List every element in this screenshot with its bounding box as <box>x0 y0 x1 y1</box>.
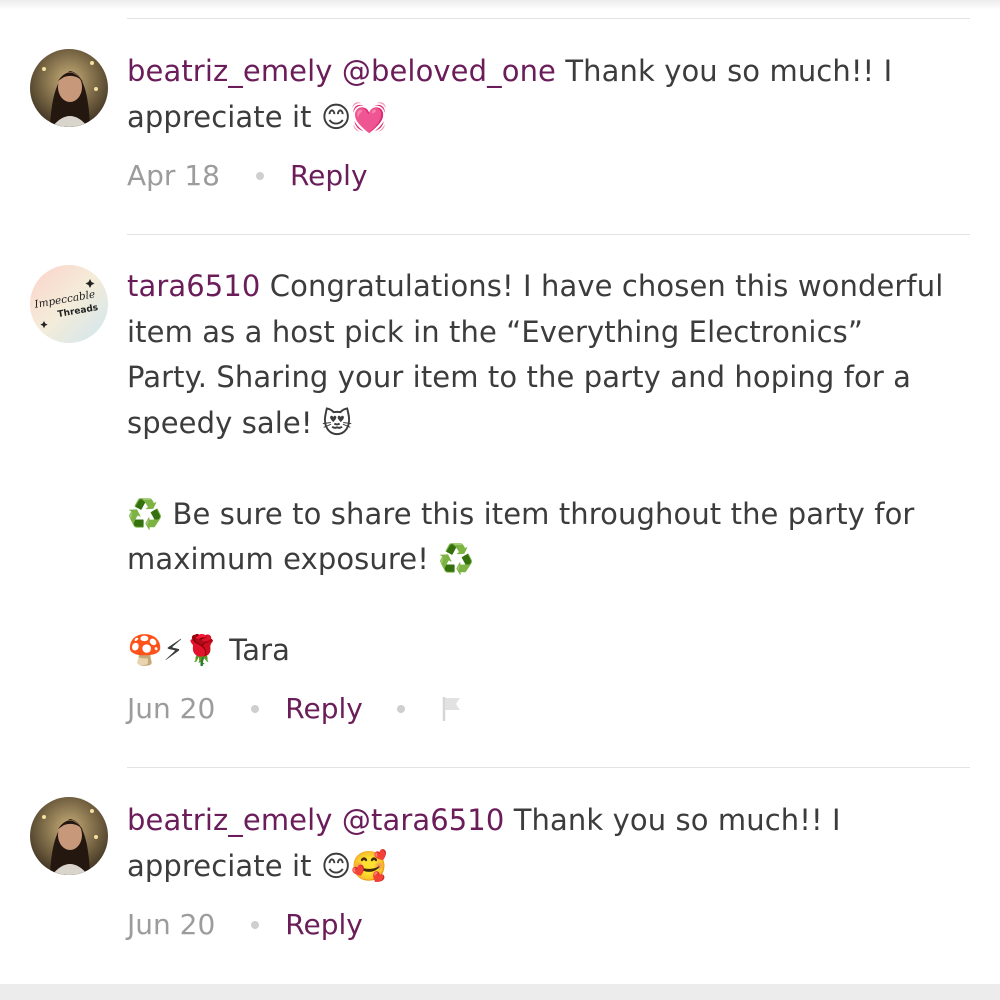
divider <box>127 767 970 768</box>
comment-line: appreciate it <box>127 848 321 883</box>
username-link[interactable]: beatriz_emely <box>127 54 333 88</box>
separator-dot <box>251 921 260 929</box>
comment-meta: Jun 20 Reply <box>127 689 463 729</box>
mention-link[interactable]: @tara6510 <box>342 803 505 837</box>
recycle-icon: ♻️ <box>438 542 475 576</box>
avatar[interactable] <box>30 49 108 127</box>
top-shade <box>0 0 1000 10</box>
divider <box>127 18 970 19</box>
avatar[interactable] <box>30 797 108 875</box>
divider <box>127 234 970 235</box>
comment-line: item as a host pick in the “Everything E… <box>127 314 863 349</box>
emoji: 😻 <box>321 405 353 440</box>
reply-button[interactable]: Reply <box>285 689 363 729</box>
comment-line: maximum exposure! <box>127 542 439 576</box>
separator-dot <box>396 705 405 713</box>
signoff-emojis: 🍄⚡🌹 <box>127 633 220 667</box>
comment-line: Thank you so much!! I <box>504 803 841 837</box>
emoji: 😊💓 <box>320 99 388 134</box>
emoji: 😊🥰 <box>320 848 388 883</box>
bottom-shade <box>0 984 1000 1000</box>
separator-dot <box>255 172 264 180</box>
comment-text: beatriz_emely @tara6510 Thank you so muc… <box>127 798 977 889</box>
mention-link[interactable]: @beloved_one <box>342 54 556 88</box>
comment-line: Thank you so much!! I <box>556 54 893 88</box>
comment-line: speedy sale! <box>127 405 322 440</box>
comment-text: beatriz_emely @beloved_one Thank you so … <box>127 49 977 140</box>
comment-date: Apr 18 <box>127 159 220 192</box>
avatar[interactable]: Impeccable Threads <box>30 265 108 343</box>
comment-meta: Apr 18 Reply <box>127 156 368 196</box>
comment-line: Congratulations! I have chosen this wond… <box>260 269 944 303</box>
username-link[interactable]: tara6510 <box>127 269 260 303</box>
comment-date: Jun 20 <box>127 692 216 725</box>
signoff-name: Tara <box>219 633 290 667</box>
reply-button[interactable]: Reply <box>290 156 368 196</box>
comment-text: tara6510 Congratulations! I have chosen … <box>127 264 977 674</box>
comment-line: appreciate it <box>127 99 321 134</box>
flag-icon[interactable] <box>441 696 463 722</box>
comment-date: Jun 20 <box>127 908 216 941</box>
username-link[interactable]: beatriz_emely <box>127 803 333 837</box>
reply-button[interactable]: Reply <box>285 905 363 945</box>
comment-line: Be sure to share this item throughout th… <box>163 496 915 531</box>
recycle-icon: ♻️ <box>127 496 164 531</box>
separator-dot <box>251 705 260 713</box>
comment-meta: Jun 20 Reply <box>127 905 363 945</box>
comment-line: Party. Sharing your item to the party an… <box>127 360 912 394</box>
